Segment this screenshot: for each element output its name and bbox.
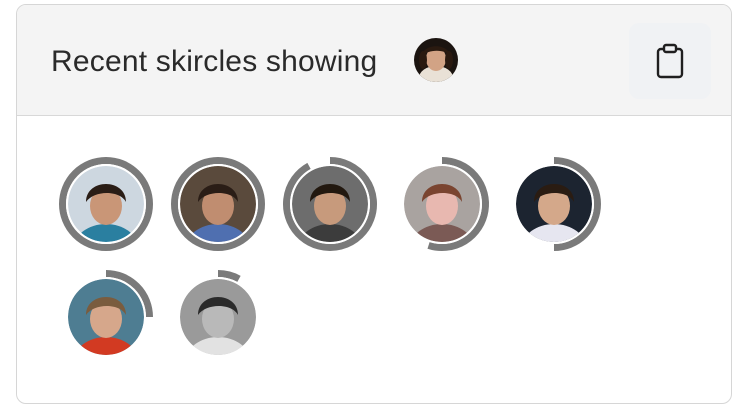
profile-photo — [180, 166, 256, 242]
skircle-avatar-4[interactable] — [394, 156, 490, 252]
profile-photo — [292, 166, 368, 242]
skircle-avatar-3[interactable] — [282, 156, 378, 252]
skircle-avatar-list — [17, 116, 731, 403]
skircle-avatar-7[interactable] — [170, 269, 266, 365]
card-title: Recent skircles showing — [51, 45, 378, 78]
recent-skircles-card: Recent skircles showing — [16, 4, 732, 404]
copy-button[interactable] — [629, 23, 711, 99]
skircle-avatar-6[interactable] — [58, 269, 154, 365]
profile-photo — [404, 166, 480, 242]
profile-photo — [68, 166, 144, 242]
user-avatar[interactable] — [414, 38, 458, 82]
card-header: Recent skircles showing — [17, 5, 731, 116]
skircle-avatar-1[interactable] — [58, 156, 154, 252]
profile-photo — [516, 166, 592, 242]
profile-photo — [68, 279, 144, 355]
clipboard-icon — [654, 43, 686, 79]
profile-photo — [180, 279, 256, 355]
skircle-avatar-2[interactable] — [170, 156, 266, 252]
skircle-avatar-5[interactable] — [506, 156, 602, 252]
